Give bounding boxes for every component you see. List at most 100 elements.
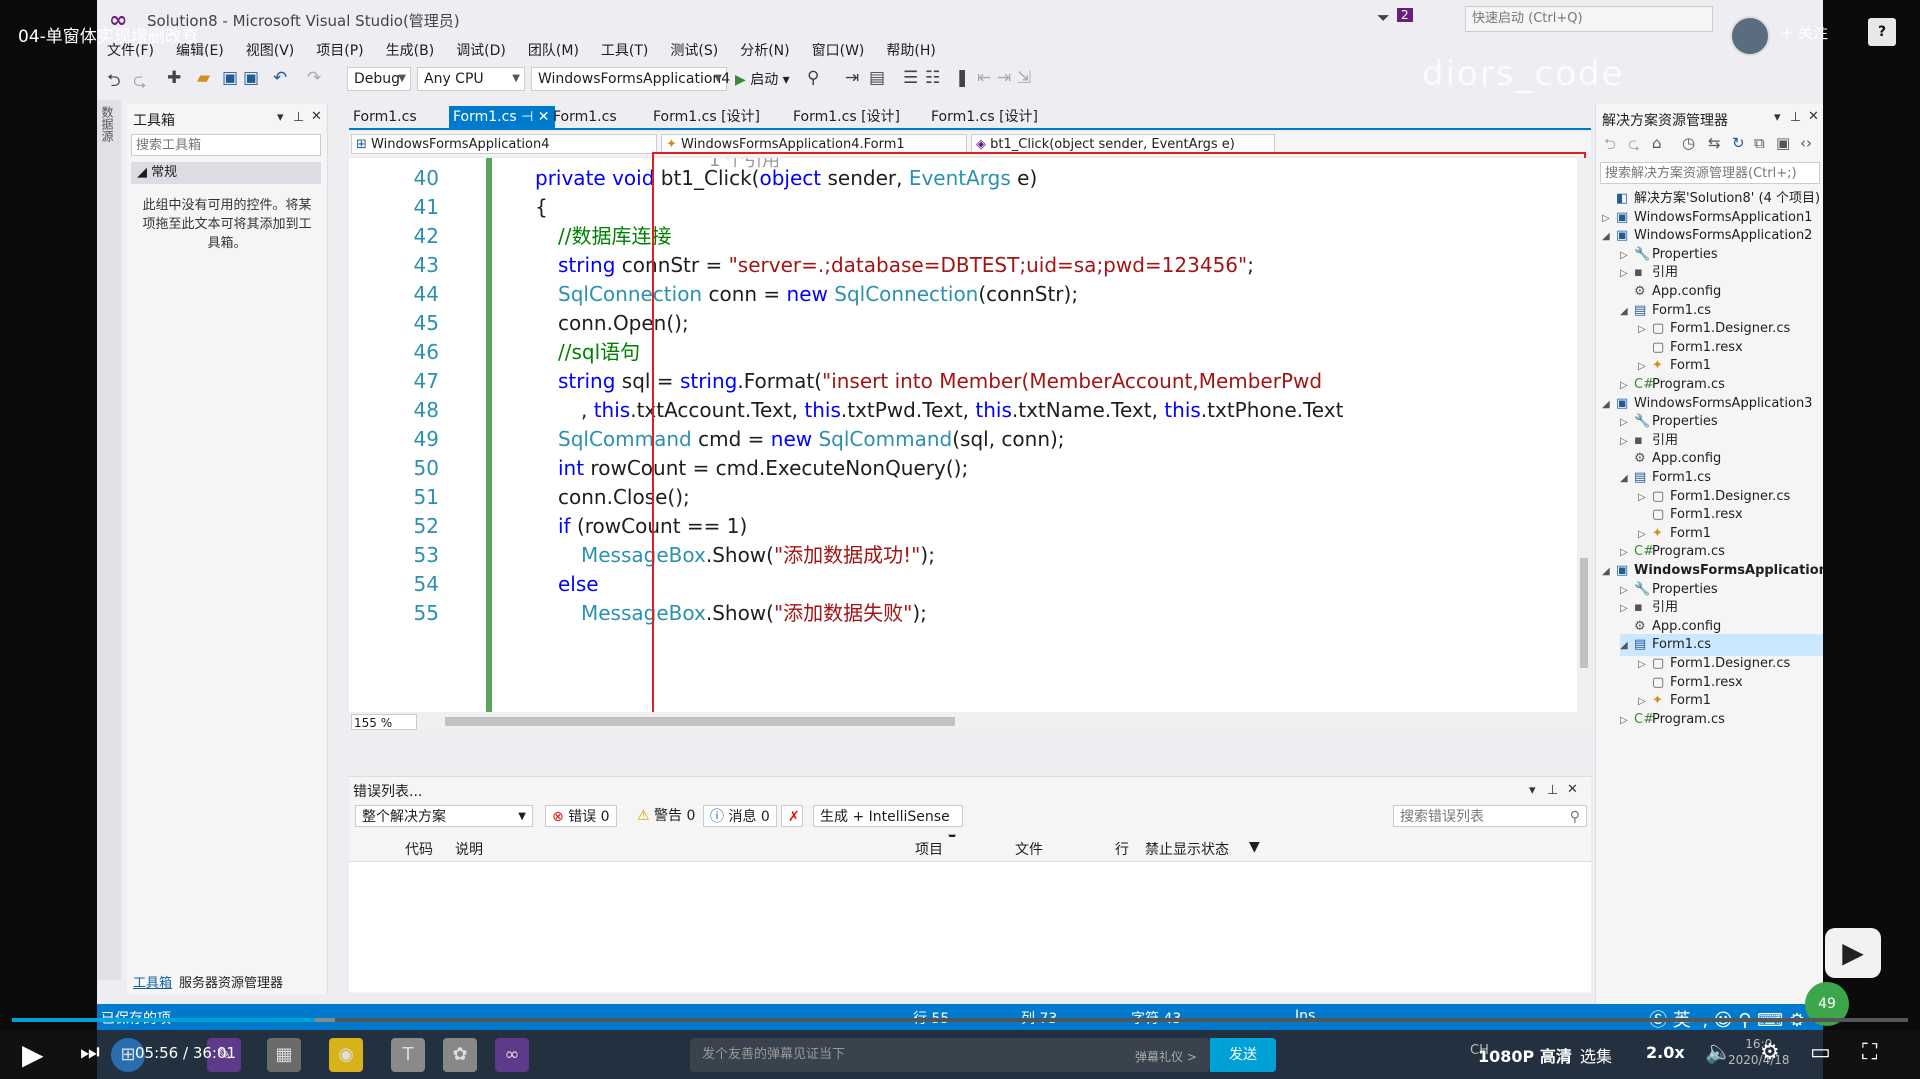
code-editor[interactable]: 40 41 42 43 44 45 46 47 48 49 50 51 52 53 54 55 1 个引用 p…: [349, 158, 1577, 714]
send-button[interactable]: 发送: [1210, 1038, 1276, 1072]
clear-bookmark-icon[interactable]: ⇲: [1017, 68, 1031, 88]
dropdown-icon[interactable]: ▾: [1774, 110, 1781, 125]
visual-studio-taskbar-icon[interactable]: ∞: [495, 1038, 529, 1072]
menu-item[interactable]: 测试(S): [659, 36, 729, 64]
error-column-header[interactable]: 禁止显示状态: [1145, 839, 1229, 859]
expander-icon[interactable]: ◢: [1620, 635, 1634, 657]
back-icon[interactable]: ⮌: [107, 68, 121, 97]
speed-select[interactable]: 2.0x: [1646, 1043, 1685, 1062]
split-icon[interactable]: ▤: [869, 68, 885, 88]
pin-icon[interactable]: ⊥: [293, 110, 304, 125]
code-line[interactable]: SqlConnection conn = new SqlConnection(c…: [558, 280, 1078, 309]
uploader-avatar[interactable]: [1730, 16, 1770, 56]
vertical-scrollbar[interactable]: [1577, 158, 1591, 714]
close-icon[interactable]: ✕: [538, 109, 550, 125]
quality-select[interactable]: 1080P 高清: [1478, 1043, 1572, 1067]
collapse-all-icon[interactable]: ⧉: [1754, 134, 1765, 152]
warnings-filter-button[interactable]: ⚠ 警告 0: [631, 805, 701, 827]
danmaku-input[interactable]: 发个友善的弹幕见证当下: [690, 1038, 1210, 1072]
horizontal-scrollbar[interactable]: 155 %: [349, 712, 1591, 730]
platform-select[interactable]: Any CPU ▼: [417, 67, 525, 91]
error-column-header[interactable]: 文件: [1015, 839, 1043, 859]
help-icon[interactable]: ?: [1868, 18, 1896, 46]
dropdown-icon[interactable]: ▾: [1529, 783, 1536, 798]
save-all-icon[interactable]: ▣: [243, 68, 259, 88]
danmaku-etiquette-link[interactable]: 弹幕礼仪 >: [1135, 1048, 1197, 1065]
tab-toolbox[interactable]: 工具箱: [133, 972, 172, 991]
error-column-header[interactable]: 说明: [455, 839, 483, 859]
menu-item[interactable]: 帮助(H): [875, 36, 946, 64]
app-icon-2[interactable]: ▦: [267, 1038, 301, 1072]
find-icon[interactable]: ⚲: [807, 68, 819, 88]
step-icon[interactable]: ⇥: [845, 68, 859, 88]
solution-search-input[interactable]: 搜索解决方案资源管理器(Ctrl+;): [1600, 162, 1820, 184]
dropdown-icon[interactable]: ▾: [277, 110, 284, 125]
forward-icon[interactable]: ⮎: [1628, 134, 1640, 159]
doc-tab[interactable]: Form1.cs ⊣ ✕: [449, 106, 556, 128]
menu-item[interactable]: 生成(B): [375, 36, 446, 64]
code-line[interactable]: SqlCommand cmd = new SqlCommand(sql, con…: [558, 425, 1065, 454]
error-search-input[interactable]: 搜索错误列表 ⚲: [1393, 805, 1587, 827]
code-text[interactable]: 1 个引用 private void bt1_Click(object send…: [509, 158, 1569, 714]
episodes-button[interactable]: 选集: [1580, 1043, 1612, 1067]
show-all-files-icon[interactable]: ▣: [1776, 134, 1790, 152]
redo-icon[interactable]: ↷: [307, 68, 321, 88]
app-icon-4[interactable]: ✿: [443, 1038, 477, 1072]
chrome-icon[interactable]: ◉: [329, 1038, 363, 1072]
code-line[interactable]: //sql语句: [558, 338, 640, 367]
forward-icon[interactable]: ⮎: [133, 68, 147, 97]
doc-tab[interactable]: Form1.cs [设计]: [649, 106, 760, 128]
fullscreen-icon[interactable]: ⛶: [1862, 1040, 1877, 1065]
zoom-select[interactable]: 155 %: [351, 714, 417, 730]
bookmark-icon[interactable]: ❚: [955, 68, 969, 88]
code-line[interactable]: private void bt1_Click(object sender, Ev…: [535, 164, 1037, 193]
data-sources-tab[interactable]: 数据源: [100, 106, 116, 142]
tab-server-explorer[interactable]: 服务器资源管理器: [179, 972, 283, 991]
doc-tab[interactable]: Form1.cs [设计]: [789, 106, 900, 128]
open-folder-icon[interactable]: ▰: [197, 68, 210, 88]
code-line[interactable]: MessageBox.Show("添加数据失败");: [581, 599, 927, 628]
undo-icon[interactable]: ↶: [273, 68, 287, 88]
progress-bar[interactable]: [12, 1018, 1908, 1022]
view-code-icon[interactable]: ‹›: [1800, 134, 1812, 152]
back-icon[interactable]: ⮌: [1604, 134, 1616, 159]
member-nav-select[interactable]: ◈ bt1_Click(object sender, EventArgs e): [971, 134, 1275, 154]
close-icon[interactable]: ✕: [1567, 782, 1578, 797]
expander-icon[interactable]: ◢: [1602, 226, 1616, 248]
settings-icon[interactable]: ⚙: [1760, 1040, 1780, 1065]
picture-in-picture-icon[interactable]: ▭: [1810, 1040, 1831, 1065]
sync-icon[interactable]: ⇆: [1708, 134, 1721, 152]
doc-tab[interactable]: Form1.cs: [549, 106, 617, 128]
pin-icon[interactable]: ⊣: [517, 109, 538, 125]
horizontal-scroll-thumb[interactable]: [445, 717, 955, 726]
error-column-header[interactable]: 代码: [405, 839, 433, 859]
start-debug-button[interactable]: ▶ 启动 ▾: [735, 69, 790, 89]
errors-filter-button[interactable]: ⊗ 错误 0: [545, 805, 617, 827]
menu-item[interactable]: 工具(T): [590, 36, 659, 64]
messages-filter-button[interactable]: ⓘ 消息 0: [703, 805, 777, 827]
doc-tab[interactable]: Form1.cs [设计]: [927, 106, 1038, 128]
menu-item[interactable]: 窗口(W): [801, 36, 876, 64]
refresh-icon[interactable]: ↻: [1732, 134, 1745, 152]
close-icon[interactable]: ✕: [311, 109, 322, 124]
follow-button[interactable]: + 关注: [1781, 22, 1828, 43]
project-nav-select[interactable]: ⊞ WindowsFormsApplication4: [351, 134, 657, 154]
startup-project-select[interactable]: WindowsFormsApplication4 ▼: [531, 67, 730, 91]
filter-icon[interactable]: ▼: [1249, 839, 1260, 855]
app-icon-3[interactable]: T: [391, 1038, 425, 1072]
clear-filter-icon[interactable]: ✗: [781, 805, 803, 827]
code-line[interactable]: else: [558, 570, 599, 599]
doc-tab[interactable]: Form1.cs: [349, 106, 417, 128]
code-line[interactable]: , this.txtAccount.Text, this.txtPwd.Text…: [581, 396, 1343, 425]
save-icon[interactable]: ▣: [222, 68, 238, 88]
expander-icon[interactable]: ◢: [1620, 301, 1634, 323]
pin-icon[interactable]: ⊥: [1790, 110, 1801, 125]
notification-badge[interactable]: 2: [1397, 8, 1413, 22]
home-icon[interactable]: ⌂: [1652, 134, 1662, 152]
comment-icon[interactable]: ☰: [903, 68, 918, 88]
expander-icon[interactable]: ◢: [1602, 394, 1616, 416]
code-line[interactable]: if (rowCount == 1): [558, 512, 747, 541]
menu-item[interactable]: 调试(D): [445, 36, 517, 64]
close-icon[interactable]: ✕: [1808, 109, 1819, 124]
code-line[interactable]: conn.Close();: [558, 483, 690, 512]
